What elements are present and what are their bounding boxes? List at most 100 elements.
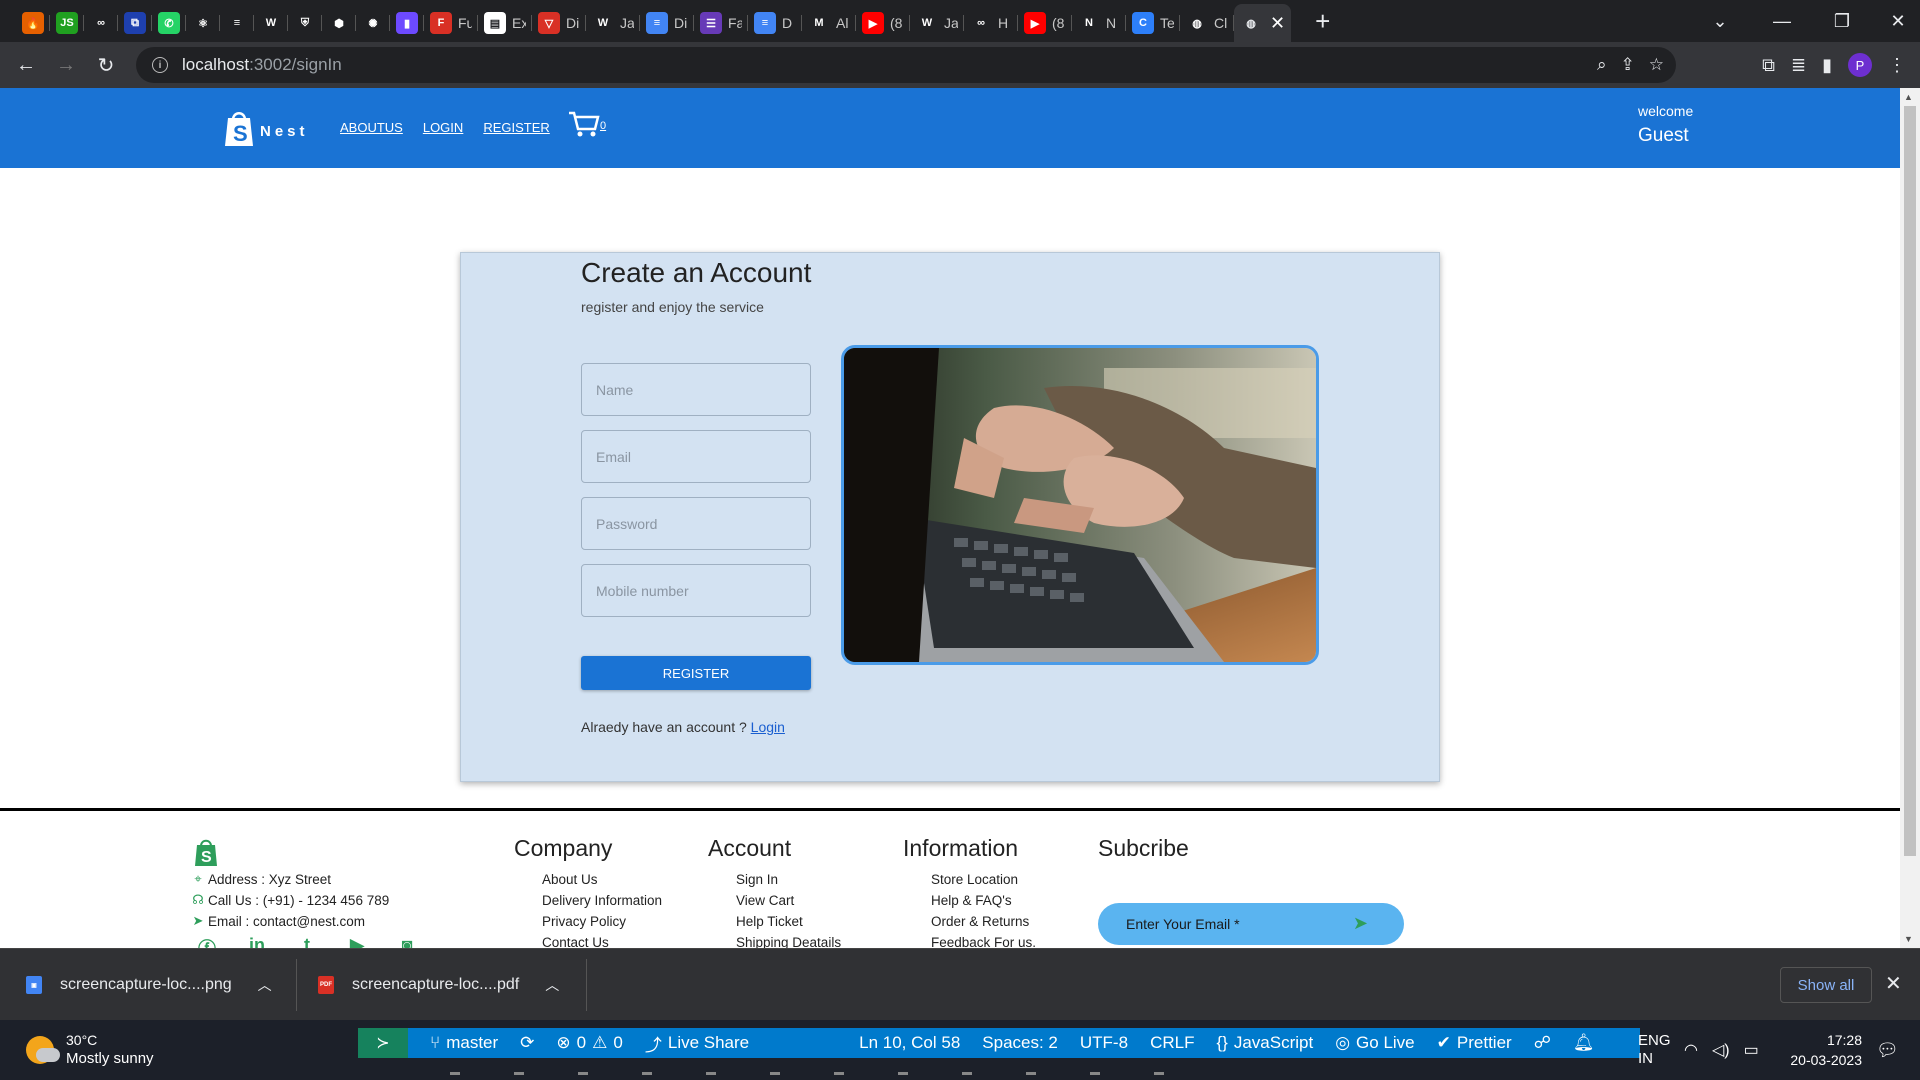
subscribe-email-input[interactable]: Enter Your Email * ➤: [1098, 903, 1404, 945]
browser-tab[interactable]: W: [254, 7, 288, 39]
browser-tab[interactable]: NN: [1072, 7, 1126, 39]
footer-link-shipping-details[interactable]: Shipping Deatails: [736, 935, 841, 948]
tab-search-icon[interactable]: ⌄: [1690, 0, 1750, 42]
live-share-status[interactable]: ⤴ Live Share: [645, 1031, 749, 1056]
browser-tab[interactable]: ▶ (8: [856, 7, 910, 39]
site-info-icon[interactable]: i: [152, 57, 168, 73]
remote-indicator-icon[interactable]: ≻: [358, 1028, 408, 1058]
footer-link-help-faq[interactable]: Help & FAQ's: [931, 893, 1036, 914]
go-live-button[interactable]: ◎ Go Live: [1335, 1033, 1414, 1053]
scroll-up-arrow-icon[interactable]: ▲: [1904, 92, 1913, 102]
browser-tab[interactable]: ≡ D: [748, 7, 802, 39]
forward-icon[interactable]: →: [46, 45, 86, 85]
browser-tab[interactable]: ▽ Di: [532, 7, 586, 39]
footer-link-view-cart[interactable]: View Cart: [736, 893, 841, 914]
new-tab-icon[interactable]: +: [1315, 6, 1330, 37]
branch-status[interactable]: ⑂ master: [430, 1033, 498, 1053]
browser-tab[interactable]: ☰ Fa: [694, 7, 748, 39]
footer-link-contact-us[interactable]: Contact Us: [542, 935, 662, 948]
browser-tab[interactable]: F Fu: [424, 7, 478, 39]
feedback-icon[interactable]: ☍: [1534, 1033, 1551, 1053]
prettier-status[interactable]: ✔ Prettier: [1437, 1033, 1512, 1053]
browser-tab[interactable]: ∞ H: [964, 7, 1018, 39]
login-link[interactable]: Login: [751, 719, 785, 735]
browser-menu-icon[interactable]: ⋮: [1888, 55, 1906, 76]
chevron-up-icon[interactable]: ︿: [545, 975, 559, 995]
eol-status[interactable]: CRLF: [1150, 1033, 1194, 1053]
browser-tab[interactable]: C Te: [1126, 7, 1180, 39]
bell-icon[interactable]: 🔔︎: [1573, 1033, 1595, 1053]
footer-link-help-ticket[interactable]: Help Ticket: [736, 914, 841, 935]
browser-tab[interactable]: ▮: [390, 7, 424, 39]
minimize-icon[interactable]: —: [1752, 0, 1812, 42]
browser-tab[interactable]: M Al: [802, 7, 856, 39]
password-input[interactable]: Password: [581, 497, 811, 550]
restore-icon[interactable]: ❐: [1812, 0, 1872, 42]
battery-icon[interactable]: ▭: [1744, 1040, 1759, 1060]
reload-icon[interactable]: ↻: [86, 45, 126, 85]
mobile-input[interactable]: Mobile number: [581, 564, 811, 617]
browser-tab[interactable]: 🔥: [16, 7, 50, 39]
active-browser-tab[interactable]: ◍ ✕: [1234, 4, 1292, 42]
show-all-downloads-button[interactable]: Show all: [1780, 967, 1872, 1003]
url-text[interactable]: localhost:3002/signIn: [182, 55, 342, 75]
nav-register-link[interactable]: REGISTER: [483, 120, 549, 135]
scroll-down-arrow-icon[interactable]: ▼: [1904, 934, 1913, 944]
close-tab-icon[interactable]: ✕: [1270, 13, 1285, 34]
browser-tab[interactable]: ∞: [84, 7, 118, 39]
instagram-icon[interactable]: ◙: [396, 935, 418, 948]
notification-icon[interactable]: 💬︎: [1876, 1040, 1899, 1061]
back-icon[interactable]: ←: [6, 45, 46, 85]
chevron-up-icon[interactable]: ︿: [258, 975, 272, 995]
browser-tab[interactable]: ◍ Cl: [1180, 7, 1234, 39]
input-language[interactable]: ENG IN: [1638, 1032, 1671, 1068]
encoding-status[interactable]: UTF-8: [1080, 1033, 1128, 1053]
browser-tab[interactable]: ✺: [356, 7, 390, 39]
page-scrollbar[interactable]: ▲ ▼: [1900, 88, 1920, 948]
download-item-pdf[interactable]: PDF screencapture-loc....pdf ︿: [318, 949, 559, 1021]
side-panel-icon[interactable]: ▮: [1822, 55, 1832, 76]
browser-tab[interactable]: ≡ Di: [640, 7, 694, 39]
browser-tab[interactable]: ⧉: [118, 7, 152, 39]
bookmark-star-icon[interactable]: ☆: [1649, 55, 1664, 75]
nav-login-link[interactable]: LOGIN: [423, 120, 463, 135]
address-bar[interactable]: i localhost:3002/signIn ⌕ ⇪ ☆: [136, 47, 1676, 83]
cursor-position[interactable]: Ln 10, Col 58: [859, 1033, 960, 1053]
media-control-icon[interactable]: ≣: [1791, 55, 1806, 76]
browser-tab[interactable]: W Ja: [910, 7, 964, 39]
volume-icon[interactable]: ◁): [1712, 1040, 1730, 1060]
extensions-icon[interactable]: ⧉: [1762, 55, 1775, 76]
footer-link-about-us[interactable]: About Us: [542, 872, 662, 893]
name-input[interactable]: Name: [581, 363, 811, 416]
tumblr-icon[interactable]: t: [296, 935, 318, 948]
footer-link-order-returns[interactable]: Order & Returns: [931, 914, 1036, 935]
youtube-icon[interactable]: ▶: [346, 935, 368, 948]
browser-tab[interactable]: ✆: [152, 7, 186, 39]
weather-widget[interactable]: 30°C Mostly sunny: [26, 1032, 154, 1067]
browser-tab[interactable]: ≡: [220, 7, 254, 39]
close-icon[interactable]: ✕: [1885, 971, 1902, 996]
register-button[interactable]: REGISTER: [581, 656, 811, 690]
browser-tab[interactable]: JS: [50, 7, 84, 39]
sync-icon[interactable]: ⟳: [520, 1033, 534, 1053]
linkedin-icon[interactable]: in: [246, 935, 268, 948]
language-mode[interactable]: {} JavaScript: [1216, 1033, 1313, 1053]
footer-link-delivery-information[interactable]: Delivery Information: [542, 893, 662, 914]
share-icon[interactable]: ⇪: [1621, 55, 1635, 75]
indentation-status[interactable]: Spaces: 2: [982, 1033, 1058, 1053]
footer-link-sign-in[interactable]: Sign In: [736, 872, 841, 893]
browser-tab[interactable]: ▤ Ex: [478, 7, 532, 39]
email-input[interactable]: Email: [581, 430, 811, 483]
send-icon[interactable]: ➤: [1353, 913, 1368, 934]
problems-status[interactable]: ⊗ 0 ⚠ 0: [556, 1033, 622, 1053]
browser-tab[interactable]: ⬢: [322, 7, 356, 39]
footer-link-store-location[interactable]: Store Location: [931, 872, 1036, 893]
facebook-icon[interactable]: ⓕ: [196, 935, 218, 948]
close-window-icon[interactable]: ✕: [1868, 0, 1920, 42]
site-logo[interactable]: S Nest: [222, 108, 309, 148]
wifi-icon[interactable]: ◠: [1684, 1040, 1698, 1060]
nav-aboutus-link[interactable]: ABOUTUS: [340, 120, 403, 135]
taskbar-clock[interactable]: 17:28 20-03-2023: [1780, 1030, 1862, 1070]
footer-link-privacy-policy[interactable]: Privacy Policy: [542, 914, 662, 935]
cart-button[interactable]: 0: [568, 110, 606, 138]
